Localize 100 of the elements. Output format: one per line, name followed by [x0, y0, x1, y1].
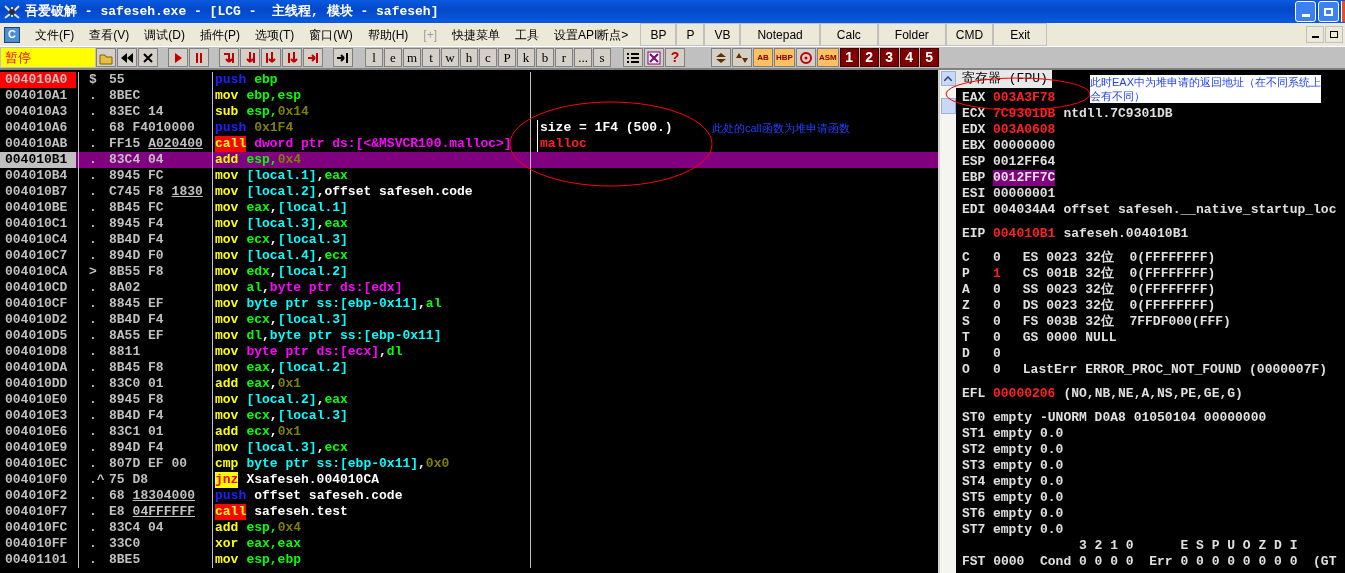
register-value[interactable]: 004010B1	[993, 226, 1056, 242]
operand: ,	[418, 296, 426, 312]
window-button[interactable]: k	[517, 48, 535, 67]
menu-item[interactable]: 选项(T)	[255, 25, 295, 44]
bytes-cell: 68 F4010000	[109, 120, 195, 136]
menu-item[interactable]: 文件(F)	[35, 25, 75, 44]
operand: [local.1]	[246, 168, 317, 184]
return-icon[interactable]	[303, 48, 323, 67]
window-button[interactable]: t	[422, 48, 440, 67]
minimize-icon[interactable]	[1306, 26, 1324, 43]
number-button[interactable]: 5	[919, 48, 939, 67]
register-value[interactable]: 0	[993, 282, 1001, 298]
register-value[interactable]: 0	[993, 298, 1001, 314]
minimize-button[interactable]	[1295, 1, 1316, 22]
step-icon[interactable]	[261, 48, 281, 67]
plugin-button[interactable]: AB	[753, 48, 773, 67]
register-value[interactable]: 0	[993, 250, 1001, 266]
close-button[interactable]	[1341, 1, 1345, 22]
register-value[interactable]: empty	[993, 442, 1032, 458]
window-button[interactable]: e	[384, 48, 402, 67]
tool-button[interactable]: P	[676, 23, 705, 46]
window-button[interactable]: r	[555, 48, 573, 67]
mark-cell-text: .	[88, 104, 98, 120]
grid-icon[interactable]	[644, 48, 664, 67]
instruction-row[interactable]: .^ 75 D8 jnz Xsafeseh.004010CA	[76, 472, 938, 488]
rewind-icon[interactable]	[117, 48, 137, 67]
mnemonic: cmp	[215, 456, 239, 472]
register-value[interactable]: empty	[993, 490, 1032, 506]
restore-icon[interactable]	[1325, 26, 1343, 43]
window-button[interactable]: m	[403, 48, 421, 67]
list-icon[interactable]	[623, 48, 643, 67]
close-icon[interactable]	[138, 48, 158, 67]
register-value[interactable]: 0	[993, 330, 1001, 346]
register-value[interactable]: empty	[993, 474, 1032, 490]
register-value[interactable]: empty	[993, 458, 1032, 474]
menu-item[interactable]: 查看(V)	[89, 25, 130, 44]
step-icon[interactable]	[219, 48, 239, 67]
tool-button[interactable]: CMD	[945, 23, 994, 46]
register-value[interactable]: 00000206	[993, 386, 1056, 402]
tool-button[interactable]: BP	[640, 23, 677, 46]
mnemonic: mov	[215, 328, 239, 344]
menu-item[interactable]: 工具	[515, 25, 539, 44]
tool-button[interactable]: Folder	[877, 23, 946, 46]
window-button[interactable]: s	[593, 48, 611, 67]
arrows-icon[interactable]	[732, 48, 752, 67]
number-button[interactable]: 1	[839, 48, 859, 67]
plugin-button[interactable]: ASM	[816, 48, 839, 67]
register-value[interactable]: 00000000	[993, 138, 1056, 154]
trace-icon[interactable]	[333, 48, 353, 67]
tool-button[interactable]: Calc	[819, 23, 878, 46]
menu-item[interactable]: 帮助(H)	[367, 25, 409, 44]
register-value[interactable]: 0	[993, 362, 1001, 378]
window-button[interactable]: l	[365, 48, 383, 67]
plugin-button[interactable]: HBP	[774, 48, 795, 67]
window-button[interactable]: ...	[574, 48, 592, 67]
register-value[interactable]: empty	[993, 426, 1032, 442]
window-button[interactable]: c	[479, 48, 497, 67]
pause-icon[interactable]	[189, 48, 209, 67]
register-value[interactable]: empty	[993, 506, 1032, 522]
menu-item[interactable]: 设置API断点>	[554, 25, 629, 44]
register-value[interactable]: 003A0608	[993, 122, 1056, 138]
step-icon[interactable]	[282, 48, 302, 67]
register-value[interactable]: 003A3F78	[993, 90, 1056, 106]
scroll-up-icon[interactable]	[940, 71, 956, 86]
register-value[interactable]: 0012FF7C	[993, 170, 1056, 186]
mnemonic: add	[215, 520, 239, 536]
register-value[interactable]: 1	[993, 266, 1001, 282]
tool-button[interactable]: VB	[704, 23, 741, 46]
register-value[interactable]: 0012FF64	[993, 154, 1056, 170]
tool-button[interactable]: Exit	[993, 23, 1048, 46]
window-button[interactable]: w	[441, 48, 459, 67]
window-button[interactable]: h	[460, 48, 478, 67]
number-button[interactable]: 2	[859, 48, 879, 67]
register-value[interactable]: 00000001	[993, 186, 1056, 202]
arrows-icon[interactable]	[711, 48, 731, 67]
instruction-row[interactable]: . 83C4 04 add esp,0x4	[76, 152, 938, 168]
tool-button[interactable]: Notepad	[740, 23, 820, 46]
bytes-cell: 8A55 EF	[109, 328, 164, 344]
menu-item[interactable]: 窗口(W)	[309, 25, 353, 44]
register-value[interactable]: 0	[993, 314, 1001, 330]
restore-button[interactable]	[1318, 1, 1339, 22]
scroll-thumb[interactable]	[940, 98, 956, 114]
menu-item[interactable]: 插件(P)	[200, 25, 240, 44]
menu-item[interactable]: 快捷菜单	[452, 25, 500, 44]
target-icon[interactable]	[795, 48, 816, 67]
window-button[interactable]: b	[536, 48, 554, 67]
number-button[interactable]: 4	[899, 48, 919, 67]
register-value[interactable]: empty	[993, 410, 1032, 426]
register-value[interactable]: 004034A4	[993, 202, 1056, 218]
register-value[interactable]: empty	[993, 522, 1032, 538]
number-button[interactable]: 3	[879, 48, 899, 67]
instruction-row[interactable]: . E8 04FFFFFF call safeseh.test	[76, 504, 938, 520]
help-button[interactable]: ?	[665, 48, 685, 67]
window-button[interactable]: P	[498, 48, 516, 67]
play-icon[interactable]	[168, 48, 188, 67]
menu-item[interactable]: 调试(D)	[144, 25, 185, 44]
register-value[interactable]: 7C9301DB	[993, 106, 1056, 122]
step-icon[interactable]	[240, 48, 260, 67]
register-value[interactable]: 0	[993, 346, 1001, 362]
mark-cell-text: .	[88, 88, 98, 104]
